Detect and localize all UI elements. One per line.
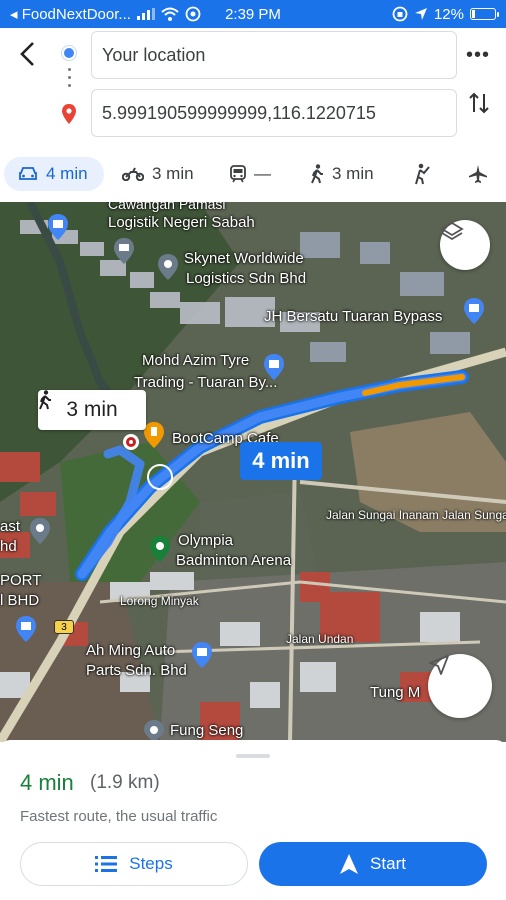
plane-icon bbox=[469, 165, 487, 183]
map-view[interactable]: Cawangan Pamasi Logistik Negeri Sabah Sk… bbox=[0, 202, 506, 742]
destination-field[interactable]: 5.999190599999999,116.1220715 bbox=[91, 89, 457, 137]
road-shield: 3 bbox=[54, 620, 74, 634]
train-icon bbox=[230, 165, 246, 183]
map-label-fung-seng: Fung Seng bbox=[170, 722, 244, 739]
walk-icon bbox=[39, 390, 51, 410]
ride-hail-icon bbox=[415, 163, 430, 185]
car-icon bbox=[19, 167, 37, 180]
place-pin-icon[interactable] bbox=[30, 518, 50, 544]
start-button[interactable]: Start bbox=[259, 842, 487, 886]
map-label-ah-ming-2: Parts Sdn. Bhd bbox=[86, 662, 187, 679]
motorcycle-icon bbox=[122, 167, 144, 181]
map-label-jalan-sungai: Jalan Sungai Inanam Jalan Sunga bbox=[326, 508, 506, 522]
travel-modes: 4 min 3 min — 3 min bbox=[0, 148, 506, 202]
map-label-ah-ming-1: Ah Ming Auto bbox=[86, 642, 176, 659]
signal-icon bbox=[136, 8, 155, 20]
map-label-port-1: PORT bbox=[0, 572, 42, 589]
mode-motorcycle-label: 3 min bbox=[152, 164, 194, 183]
place-pin-icon[interactable] bbox=[114, 238, 134, 264]
recenter-button[interactable] bbox=[428, 654, 492, 718]
place-pin-icon[interactable] bbox=[144, 422, 164, 448]
map-label-olympia-1: Olympia bbox=[178, 532, 234, 549]
route-distance: (1.9 km) bbox=[90, 772, 160, 793]
list-icon bbox=[95, 856, 118, 872]
wifi-icon bbox=[161, 7, 179, 21]
route-description: Fastest route, the usual traffic bbox=[20, 808, 218, 825]
sheet-handle[interactable] bbox=[236, 754, 270, 758]
walk-time-callout[interactable]: 3 min bbox=[38, 390, 146, 430]
origin-dot-icon bbox=[62, 46, 76, 60]
route-summary-sheet: 4 min (1.9 km) Fastest route, the usual … bbox=[0, 740, 506, 900]
steps-button[interactable]: Steps bbox=[20, 842, 248, 886]
drive-time-callout[interactable]: 4 min bbox=[240, 442, 322, 480]
battery-fill bbox=[472, 10, 475, 18]
swap-icon[interactable] bbox=[468, 90, 490, 116]
map-label-east-1: ast bbox=[0, 518, 21, 535]
place-pin-icon[interactable] bbox=[158, 254, 178, 280]
map-label-east-2: hd bbox=[0, 538, 17, 555]
place-pin-icon[interactable] bbox=[464, 298, 484, 324]
map-label-logistik: Logistik Negeri Sabah bbox=[108, 214, 255, 231]
map-label-port-2: l BHD bbox=[0, 592, 40, 609]
map-label-skynet-2: Logistics Sdn Bhd bbox=[186, 270, 307, 287]
battery-icon bbox=[470, 8, 499, 20]
layers-button[interactable] bbox=[440, 220, 490, 270]
navigation-arrow-icon bbox=[429, 655, 449, 675]
back-arrow-icon[interactable] bbox=[16, 40, 40, 68]
mode-drive[interactable]: 4 min bbox=[4, 157, 104, 191]
mode-walk-label: 3 min bbox=[332, 164, 374, 183]
start-label: Start bbox=[370, 854, 406, 873]
map-label-jalan-undan: Jalan Undan bbox=[286, 632, 354, 646]
walk-icon bbox=[311, 164, 323, 184]
layers-icon bbox=[440, 221, 464, 241]
place-pin-icon[interactable] bbox=[192, 642, 212, 668]
map-label-olympia-2: Badminton Arena bbox=[176, 552, 292, 569]
map-label-jh-bersatu: JH Bersatu Tuaran Bypass bbox=[264, 308, 443, 325]
place-pin-icon[interactable] bbox=[150, 536, 170, 562]
steps-label: Steps bbox=[129, 854, 173, 873]
map-label-skynet-1: Skynet Worldwide bbox=[184, 250, 304, 267]
route-dots bbox=[68, 68, 71, 92]
lock-rotation-icon bbox=[392, 6, 408, 22]
battery-percent: 12% bbox=[433, 5, 464, 23]
mode-flight[interactable] bbox=[468, 157, 488, 191]
navigation-icon bbox=[340, 854, 359, 874]
status-bar: ◂ FoodNextDoor... 2:39 PM 12% bbox=[0, 0, 506, 28]
place-pin-icon[interactable] bbox=[48, 214, 68, 240]
mode-walk[interactable]: 3 min bbox=[310, 157, 374, 191]
status-carrier: ◂ FoodNextDoor... bbox=[10, 6, 131, 23]
route-time: 4 min bbox=[20, 770, 74, 795]
place-pin-icon[interactable] bbox=[144, 720, 164, 742]
map-label-lorong-minyak: Lorong Minyak bbox=[120, 594, 199, 608]
origin-field[interactable]: Your location bbox=[91, 31, 457, 79]
mode-transit[interactable]: — bbox=[230, 157, 271, 191]
more-options-icon[interactable]: ••• bbox=[466, 44, 490, 67]
destination-pin-icon bbox=[62, 104, 76, 124]
location-arrow-icon bbox=[414, 8, 427, 20]
mode-motorcycle[interactable]: 3 min bbox=[122, 157, 194, 191]
walk-time-label: 3 min bbox=[66, 398, 118, 421]
map-label-logistik-top: Cawangan Pamasi bbox=[108, 202, 226, 212]
mode-transit-label: — bbox=[254, 164, 271, 183]
map-label-mohd-azim-2: Trading - Tuaran By... bbox=[134, 374, 278, 391]
place-pin-icon[interactable] bbox=[16, 616, 36, 642]
map-label-mohd-azim-1: Mohd Azim Tyre bbox=[142, 352, 250, 369]
map-label-tung: Tung M bbox=[370, 684, 421, 701]
directions-header: Your location 5.999190599999999,116.1220… bbox=[0, 28, 506, 148]
mode-drive-label: 4 min bbox=[46, 164, 88, 183]
hotspot-icon bbox=[185, 6, 201, 22]
mode-ride[interactable] bbox=[414, 157, 432, 191]
